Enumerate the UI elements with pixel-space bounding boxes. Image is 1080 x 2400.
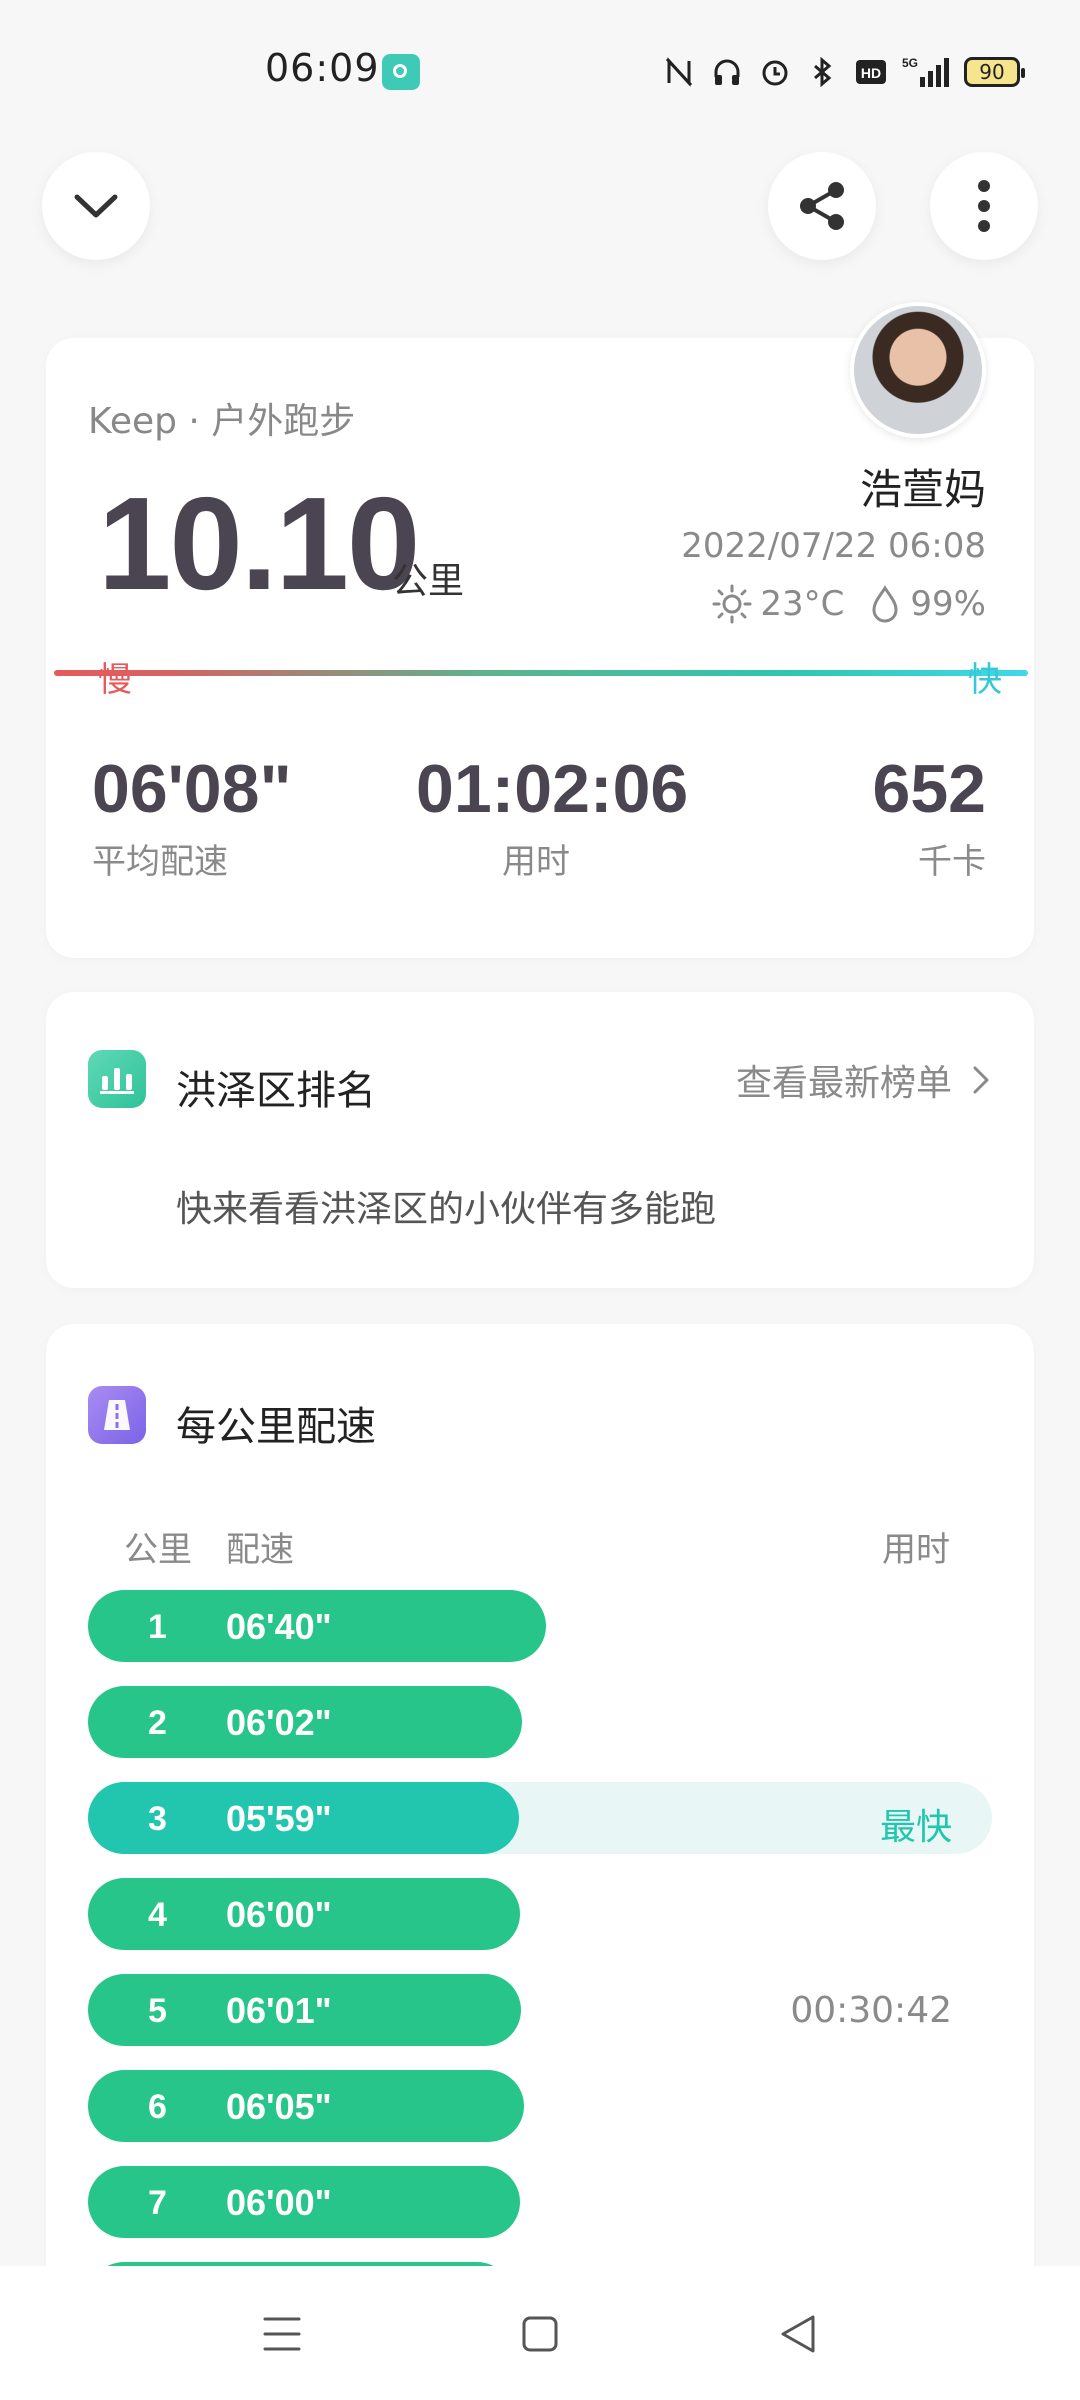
split-row: 3 05'59" 最快	[88, 1782, 992, 1854]
humidity-drop-icon	[872, 585, 898, 623]
split-km: 1	[148, 1608, 167, 1646]
split-pace-title: 每公里配速	[176, 1404, 376, 1450]
fast-label: 快	[968, 660, 1002, 700]
split-row: 6 06'05"	[88, 2070, 992, 2142]
split-elapsed-time: 00:30:42	[790, 1990, 952, 2031]
svg-text:5G: 5G	[902, 56, 918, 70]
weather-info: 23°C 99%	[712, 584, 986, 624]
sun-icon	[712, 584, 752, 624]
view-leaderboard-label: 查看最新榜单	[735, 1063, 952, 1104]
split-pace: 06'02"	[226, 1702, 332, 1743]
stat-value: 652	[872, 751, 986, 827]
stat-label: 平均配速	[92, 842, 228, 882]
stat-avg-pace: 06'08" 平均配速	[92, 750, 292, 883]
split-pace: 06'40"	[226, 1606, 332, 1647]
split-row: 5 06'01" 00:30:42	[88, 1974, 992, 2046]
ranking-description: 快来看看洪泽区的小伙伴有多能跑	[176, 1189, 717, 1230]
hd-icon: HD	[854, 55, 888, 89]
headphones-icon	[710, 55, 744, 89]
column-pace: 配速	[226, 1530, 294, 1570]
share-icon	[800, 182, 844, 230]
temperature: 23°C	[760, 584, 845, 624]
ranking-chart-icon	[88, 1050, 146, 1108]
source-label: Keep · 户外跑步	[88, 401, 356, 442]
home-square-icon	[522, 2316, 558, 2352]
menu-button[interactable]	[252, 2306, 312, 2362]
chevron-down-icon	[74, 194, 118, 218]
split-pace: 06'05"	[226, 2086, 332, 2127]
road-icon	[88, 1386, 146, 1444]
status-icons: HD 5G 90	[662, 50, 1025, 94]
user-name: 浩萱妈	[859, 465, 986, 514]
more-options-button[interactable]	[930, 152, 1038, 260]
split-km: 4	[148, 1896, 167, 1934]
home-button[interactable]	[510, 2306, 570, 2362]
back-triangle-icon	[781, 2315, 815, 2353]
split-list: 1 06'40" 2 06'02" 3 05'59" 最快 4 06'00" 5 06'01" 00:…	[88, 1590, 992, 2358]
split-km: 2	[148, 1704, 167, 1742]
fastest-label: 最快	[879, 1807, 952, 1848]
status-bar: 06:09 HD 5G 90	[0, 0, 1080, 140]
column-time: 用时	[882, 1530, 950, 1570]
ranking-title: 洪泽区排名	[176, 1068, 376, 1114]
collapse-button[interactable]	[42, 152, 150, 260]
stat-value: 06'08"	[92, 751, 292, 827]
stat-value: 01:02:06	[416, 751, 689, 827]
column-km: 公里	[124, 1530, 192, 1570]
navigation-bar	[0, 2266, 1080, 2400]
split-row: 4 06'00"	[88, 1878, 992, 1950]
chevron-right-icon	[973, 1066, 989, 1094]
split-km: 5	[148, 1992, 167, 2030]
signal-5g-icon: 5G	[902, 55, 950, 89]
app-notification-icon	[382, 54, 420, 90]
stat-label: 用时	[502, 842, 570, 882]
nfc-icon	[662, 55, 696, 89]
split-row: 2 06'02"	[88, 1686, 992, 1758]
split-pace-card: 每公里配速 公里 配速 用时 1 06'40" 2 06'02" 3 05'59" 最快 4 0…	[46, 1324, 1034, 2334]
stat-duration: 01:02:06 用时	[416, 750, 689, 883]
split-km: 3	[148, 1800, 167, 1838]
split-pace: 06'00"	[226, 1894, 332, 1935]
humidity: 99%	[910, 584, 986, 624]
stat-label: 千卡	[918, 842, 986, 882]
bluetooth-icon	[806, 55, 840, 89]
split-row: 1 06'40"	[88, 1590, 992, 1662]
split-km: 7	[148, 2184, 167, 2222]
battery-icon: 90	[964, 57, 1025, 87]
summary-card: Keep · 户外跑步 10.10 公里 浩萱妈 2022/07/22 06:0…	[46, 338, 1034, 958]
split-km: 6	[148, 2088, 167, 2126]
menu-icon	[263, 2317, 301, 2351]
avatar[interactable]	[850, 302, 986, 438]
split-pace: 06'01"	[226, 1990, 332, 2031]
slow-label: 慢	[98, 660, 132, 700]
distance-value: 10.10	[98, 470, 420, 617]
more-vertical-icon	[978, 180, 990, 232]
distance-unit: 公里	[392, 561, 465, 602]
split-row: 7 06'00"	[88, 2166, 992, 2238]
svg-text:HD: HD	[861, 65, 881, 81]
ranking-card[interactable]: 洪泽区排名 查看最新榜单 快来看看洪泽区的小伙伴有多能跑	[46, 992, 1034, 1288]
pace-gradient-bar	[54, 670, 1028, 676]
alarm-icon	[758, 55, 792, 89]
share-button[interactable]	[768, 152, 876, 260]
view-leaderboard-link[interactable]: 查看最新榜单	[736, 1054, 990, 1106]
stat-calories: 652 千卡	[873, 750, 986, 883]
activity-datetime: 2022/07/22 06:08	[681, 526, 986, 566]
split-pace: 05'59"	[226, 1798, 332, 1839]
status-time: 06:09	[265, 46, 380, 90]
back-button[interactable]	[768, 2306, 828, 2362]
split-pace: 06'00"	[226, 2182, 332, 2223]
